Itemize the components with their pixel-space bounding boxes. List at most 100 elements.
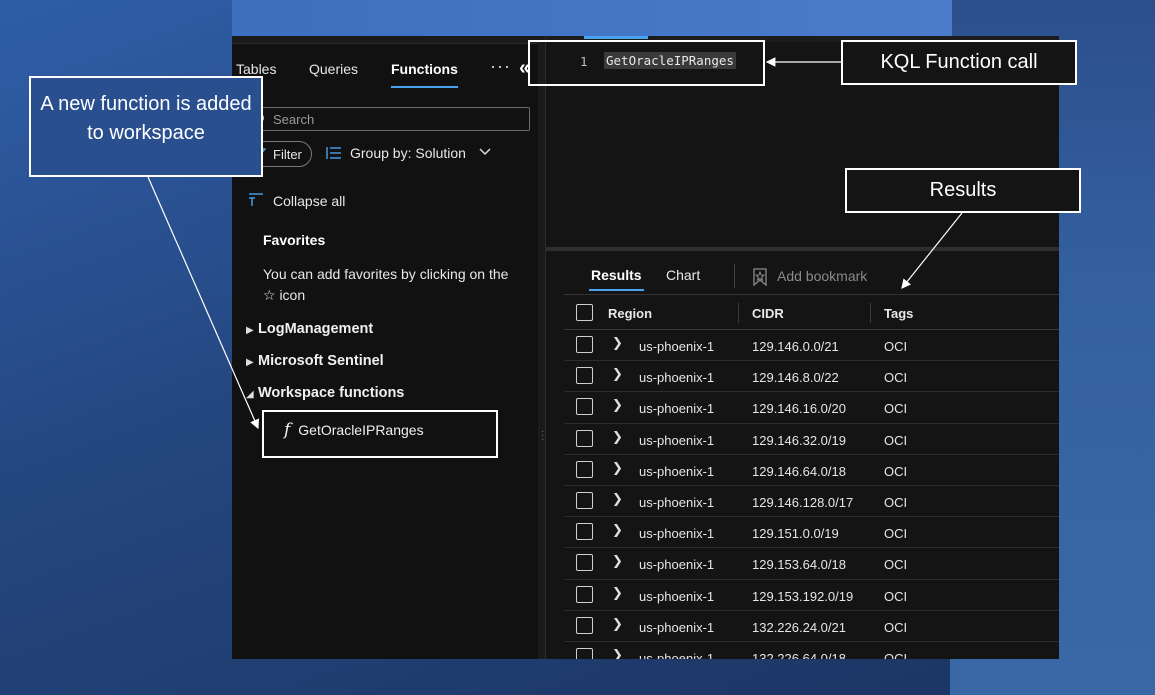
select-all-checkbox[interactable] xyxy=(576,304,593,321)
table-row[interactable]: ❯ us-phoenix-1 129.146.8.0/22 OCI xyxy=(564,361,1059,393)
table-row[interactable]: ❯ us-phoenix-1 129.151.0.0/19 OCI xyxy=(564,517,1059,549)
search-field[interactable] xyxy=(244,107,530,131)
row-checkbox[interactable] xyxy=(576,491,593,509)
cell-tags: OCI xyxy=(884,588,908,604)
row-checkbox[interactable] xyxy=(576,460,593,478)
tree-item-logmanagement[interactable]: ▶ LogManagement xyxy=(246,321,373,337)
collapse-all-label: Collapse all xyxy=(273,193,346,209)
cell-region: us-phoenix-1 xyxy=(639,619,715,635)
table-row[interactable]: ❯ us-phoenix-1 132.226.24.0/21 OCI xyxy=(564,611,1059,642)
tree-item-workspace-functions[interactable]: ◢ Workspace functions xyxy=(246,385,404,401)
sidebar-top-strip xyxy=(232,36,538,44)
cell-cidr: 129.146.64.0/18 xyxy=(752,463,846,479)
cell-tags: OCI xyxy=(884,557,908,573)
tab-queries[interactable]: Queries xyxy=(309,61,358,77)
tab-results[interactable]: Results xyxy=(589,267,644,291)
table-row[interactable]: ❯ us-phoenix-1 129.153.192.0/19 OCI xyxy=(564,580,1059,611)
tab-functions[interactable]: Functions xyxy=(391,61,458,88)
table-row[interactable]: ❯ us-phoenix-1 129.146.32.0/19 OCI xyxy=(564,424,1059,455)
cell-tags: OCI xyxy=(884,432,908,448)
expand-row-icon[interactable]: ❯ xyxy=(612,335,623,351)
add-bookmark-label: Add bookmark xyxy=(777,268,868,284)
tree-item-microsoft-sentinel[interactable]: ▶ Microsoft Sentinel xyxy=(246,353,384,369)
cell-cidr: 129.146.16.0/20 xyxy=(752,401,846,417)
results-grid-body: ❯ us-phoenix-1 129.146.0.0/21 OCI ❯ us-phoeni… xyxy=(564,330,1059,659)
cell-region: us-phoenix-1 xyxy=(639,370,715,386)
expand-row-icon[interactable]: ❯ xyxy=(612,647,623,659)
annotation-kql-call: KQL Function call xyxy=(841,40,1077,85)
row-checkbox[interactable] xyxy=(576,523,593,541)
row-checkbox[interactable] xyxy=(576,398,593,416)
cell-tags: OCI xyxy=(884,494,908,510)
slide-background-top xyxy=(232,0,952,36)
cell-cidr: 129.146.128.0/17 xyxy=(752,494,854,510)
results-tabs: Results Chart Add bookmark xyxy=(546,261,1059,295)
cell-region: us-phoenix-1 xyxy=(639,650,715,659)
expand-row-icon[interactable]: ❯ xyxy=(612,397,623,413)
table-row[interactable]: ❯ us-phoenix-1 129.146.128.0/17 OCI xyxy=(564,486,1059,518)
bookmark-icon xyxy=(753,268,767,286)
group-list-icon xyxy=(326,147,341,159)
query-pane: 1 GetOracleIPRanges Results Chart Add bo… xyxy=(546,36,1059,659)
column-header-tags[interactable]: Tags xyxy=(884,306,913,321)
cell-region: us-phoenix-1 xyxy=(639,432,715,448)
cell-cidr: 129.146.0.0/21 xyxy=(752,339,839,354)
expand-row-icon[interactable]: ❯ xyxy=(612,553,623,569)
tab-tables[interactable]: Tables xyxy=(236,61,276,77)
search-input[interactable] xyxy=(273,110,523,128)
expand-row-icon[interactable]: ❯ xyxy=(612,366,623,382)
active-tab-indicator xyxy=(589,289,644,291)
favorites-heading: Favorites xyxy=(263,232,326,248)
pane-splitter[interactable]: · · · xyxy=(538,36,546,659)
expand-row-icon[interactable]: ❯ xyxy=(612,585,623,601)
row-checkbox[interactable] xyxy=(576,336,593,353)
column-divider[interactable] xyxy=(738,303,739,323)
table-row[interactable]: ❯ us-phoenix-1 129.146.0.0/21 OCI xyxy=(564,330,1059,362)
column-divider[interactable] xyxy=(870,303,871,323)
cell-cidr: 129.153.192.0/19 xyxy=(752,588,854,604)
more-options-icon[interactable]: ··· xyxy=(490,56,511,77)
cell-cidr: 129.146.8.0/22 xyxy=(752,370,839,386)
column-header-cidr[interactable]: CIDR xyxy=(752,306,784,321)
tree-item-label: Microsoft Sentinel xyxy=(258,353,384,369)
cell-tags: OCI xyxy=(884,370,908,386)
tab-chart[interactable]: Chart xyxy=(666,267,700,283)
row-checkbox[interactable] xyxy=(576,616,593,634)
query-highlight-box xyxy=(528,40,765,86)
caret-right-icon: ▶ xyxy=(246,357,254,368)
group-by-label: Group by: Solution xyxy=(350,145,466,161)
expand-row-icon[interactable]: ❯ xyxy=(612,491,623,507)
expand-row-icon[interactable]: ❯ xyxy=(612,460,623,476)
cell-tags: OCI xyxy=(884,526,908,542)
cell-cidr: 129.153.64.0/18 xyxy=(752,557,846,573)
cell-region: us-phoenix-1 xyxy=(639,401,715,417)
row-checkbox[interactable] xyxy=(576,647,593,659)
row-checkbox[interactable] xyxy=(576,554,593,572)
tab-results-label: Results xyxy=(591,267,642,283)
expand-row-icon[interactable]: ❯ xyxy=(612,616,623,632)
cell-tags: OCI xyxy=(884,463,908,479)
table-row[interactable]: ❯ us-phoenix-1 129.146.64.0/18 OCI xyxy=(564,455,1059,486)
chevron-down-icon xyxy=(479,148,491,156)
cell-region: us-phoenix-1 xyxy=(639,494,715,510)
table-row[interactable]: ❯ us-phoenix-1 132.226.64.0/18 OCI xyxy=(564,642,1059,659)
row-checkbox[interactable] xyxy=(576,367,593,385)
expand-row-icon[interactable]: ❯ xyxy=(612,429,623,445)
cell-region: us-phoenix-1 xyxy=(639,557,715,573)
expand-row-icon[interactable]: ❯ xyxy=(612,522,623,538)
table-row[interactable]: ❯ us-phoenix-1 129.146.16.0/20 OCI xyxy=(564,392,1059,424)
row-checkbox[interactable] xyxy=(576,429,593,447)
editor-results-splitter[interactable] xyxy=(546,247,1059,251)
collapse-all-icon xyxy=(249,193,263,206)
favorites-hint: You can add favorites by clicking on the… xyxy=(263,266,509,303)
results-grid-header: Region CIDR Tags xyxy=(564,294,1059,330)
cell-cidr: 132.226.64.0/18 xyxy=(752,650,846,659)
sidebar-tabs: Tables Queries Functions ··· « xyxy=(232,56,538,90)
column-header-region[interactable]: Region xyxy=(608,306,652,321)
cell-tags: OCI xyxy=(884,401,908,417)
table-row[interactable]: ❯ us-phoenix-1 129.153.64.0/18 OCI xyxy=(564,548,1059,580)
cell-region: us-phoenix-1 xyxy=(639,526,715,542)
cell-cidr: 132.226.24.0/21 xyxy=(752,619,846,635)
log-analytics-window: Tables Queries Functions ··· « Filter xyxy=(232,36,1059,659)
row-checkbox[interactable] xyxy=(576,585,593,603)
